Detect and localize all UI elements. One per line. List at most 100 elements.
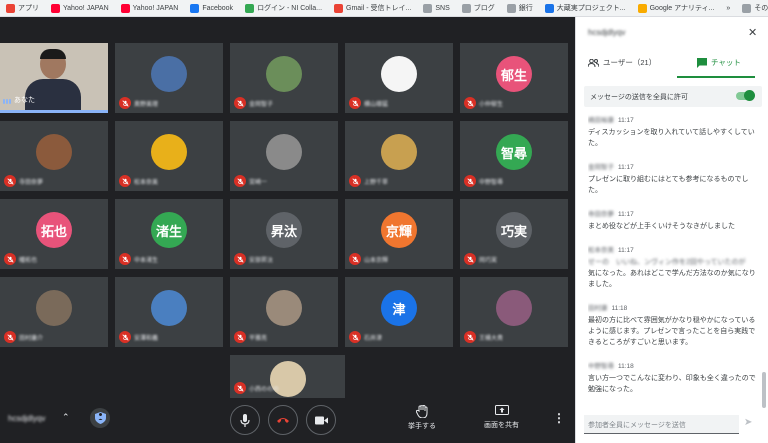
- message-header: 松本奈美 11:17: [588, 244, 758, 254]
- participant-name: 上野千草: [364, 180, 389, 186]
- chat-message: 嶋田裕康 11:17 ディスカッションを取り入れていて話しやすくしていた。: [588, 114, 758, 149]
- bookmark-label: 大蔵実プロジェクト...: [556, 5, 626, 12]
- participant-name: 小仲郁生: [479, 102, 504, 108]
- message-sender: 嶋田裕康: [588, 117, 614, 124]
- more-options-icon[interactable]: ⋮: [553, 411, 565, 425]
- bookmark-item[interactable]: アプリ: [0, 0, 45, 16]
- participant-tile[interactable]: 平雅亮: [230, 277, 338, 347]
- allow-messages-row: メッセージの送信を全員に許可: [584, 86, 762, 107]
- mic-off-icon: [4, 175, 16, 187]
- bookmark-icon: [245, 3, 255, 13]
- bookmark-icon: [334, 3, 344, 13]
- participant-tile[interactable]: 松本奈美: [115, 121, 223, 191]
- chat-input[interactable]: 参加者全員にメッセージを送信: [584, 415, 739, 434]
- bookmark-item[interactable]: Gmail - 受信トレイ...: [328, 0, 417, 16]
- host-controls-button[interactable]: [90, 408, 110, 428]
- self-video-tile[interactable]: あなた: [0, 43, 108, 113]
- bookmark-icon: [6, 3, 15, 13]
- mic-off-icon: [119, 97, 131, 109]
- microphone-icon: [240, 413, 250, 427]
- tab-chat-label: チャット: [711, 58, 741, 67]
- bookmarks-overflow-button[interactable]: »: [720, 0, 736, 16]
- shield-icon: [94, 412, 106, 424]
- video-stage: あなた 奥野美理 金岡智子 横山雄猛 郁生 小仲郁生寺田奈夢 松本奈美 宮崎一 上野千草 智尋中…: [0, 17, 575, 398]
- bookmark-item[interactable]: ブログ: [456, 0, 501, 16]
- participant-tile[interactable]: 横山雄猛: [345, 43, 453, 113]
- other-bookmarks-label: その他のブックマーク: [754, 5, 768, 12]
- participant-tile[interactable]: 小西ののの: [230, 355, 345, 398]
- message-sender: 田村康: [588, 305, 608, 312]
- chat-messages: 嶋田裕康 11:17 ディスカッションを取り入れていて話しやすくしていた。 金岡智子 1…: [588, 114, 758, 404]
- participant-tile[interactable]: 巧実 岡巧実: [460, 199, 568, 269]
- raise-hand-button[interactable]: 挙手する: [408, 405, 436, 431]
- speaking-indicator: [3, 99, 11, 104]
- avatar-initials: 津: [392, 301, 406, 317]
- participant-tile[interactable]: 上野千草: [345, 121, 453, 191]
- bookmark-item[interactable]: ログイン - NI Colla...: [239, 0, 328, 16]
- participant-avatar: [151, 134, 187, 170]
- message-sender: 寺田奈夢: [588, 211, 614, 218]
- close-icon[interactable]: ✕: [748, 26, 757, 39]
- bookmark-icon: [506, 3, 516, 13]
- chat-scrollbar[interactable]: [762, 372, 766, 408]
- bookmark-item[interactable]: Yahoo! JAPAN: [115, 0, 185, 16]
- mic-off-icon: [349, 331, 361, 343]
- other-bookmarks-folder[interactable]: その他のブックマーク: [736, 0, 768, 16]
- avatar-initials: 智尋: [500, 145, 527, 161]
- participant-tile[interactable]: 昇汰 安部昇汰: [230, 199, 338, 269]
- folder-icon: [742, 3, 752, 13]
- participant-tile[interactable]: 津石井津: [345, 277, 453, 347]
- participant-tile[interactable]: 智尋 中野智尋: [460, 121, 568, 191]
- participant-avatar: 昇汰: [266, 212, 302, 248]
- participant-tile[interactable]: 拓也幡拓也: [0, 199, 108, 269]
- mic-off-icon: [234, 175, 246, 187]
- participant-tile[interactable]: 京輝 山本京輝: [345, 199, 453, 269]
- mic-off-icon: [234, 331, 246, 343]
- mic-off-icon: [349, 253, 361, 265]
- bookmark-item[interactable]: SNS: [417, 0, 455, 16]
- participant-tile[interactable]: 郁生 小仲郁生: [460, 43, 568, 113]
- participant-tile[interactable]: 安澤和義: [115, 277, 223, 347]
- chevron-up-icon[interactable]: ⌃: [62, 412, 70, 423]
- camera-button[interactable]: [306, 405, 336, 435]
- bookmark-icon: [190, 3, 200, 13]
- message-header: 中野智尋 11:18: [588, 360, 758, 370]
- tab-users[interactable]: ユーザー（21）: [588, 57, 656, 68]
- bookmark-label: Gmail - 受信トレイ...: [346, 5, 412, 12]
- participant-name: 横山雄猛: [364, 102, 389, 108]
- participant-tile[interactable]: 田村康介: [0, 277, 108, 347]
- participant-name: 宮崎一: [249, 180, 268, 186]
- self-name-label: あなた: [14, 97, 35, 104]
- participant-tile[interactable]: 渚生 中本渚生: [115, 199, 223, 269]
- mic-off-icon: [234, 382, 246, 394]
- present-button[interactable]: 画面を共有: [484, 405, 519, 430]
- bookmark-item[interactable]: Facebook: [184, 0, 239, 16]
- participant-tile[interactable]: 宮崎一: [230, 121, 338, 191]
- participant-name: 田村康介: [19, 336, 44, 342]
- avatar-initials: 巧実: [500, 223, 527, 239]
- allow-messages-toggle[interactable]: [736, 90, 755, 101]
- bookmark-item[interactable]: 大蔵実プロジェクト...: [539, 0, 632, 16]
- participant-tile[interactable]: 奥野美理: [115, 43, 223, 113]
- chat-icon: [697, 57, 707, 68]
- bookmark-item[interactable]: 銀行: [501, 0, 539, 16]
- message-time: 11:17: [618, 247, 634, 254]
- microphone-button[interactable]: [230, 405, 260, 435]
- participant-name: 幡拓也: [19, 258, 38, 264]
- present-label: 画面を共有: [484, 422, 519, 429]
- bookmark-item[interactable]: Yahoo! JAPAN: [45, 0, 115, 16]
- bookmark-label: アプリ: [18, 5, 39, 12]
- bookmark-icon: [461, 3, 471, 13]
- avatar-initials: 拓也: [40, 223, 67, 239]
- participant-tile[interactable]: 王桶大貴: [460, 277, 568, 347]
- bookmark-label: Facebook: [202, 4, 234, 12]
- bookmark-item[interactable]: Google アナリティ...: [632, 0, 721, 16]
- tab-chat[interactable]: チャット: [697, 57, 741, 68]
- bookmarks-bar: アプリ Yahoo! JAPAN Yahoo! JAPAN Facebook ログイン …: [0, 0, 768, 17]
- participant-tile[interactable]: 金岡智子: [230, 43, 338, 113]
- participant-avatar: [266, 56, 302, 92]
- participant-tile[interactable]: 寺田奈夢: [0, 121, 108, 191]
- message-text: 気になった。あれはどこで学んだ方法なのか気になりました。: [588, 270, 756, 288]
- send-icon[interactable]: ➤: [744, 417, 752, 428]
- end-call-button[interactable]: [268, 405, 298, 435]
